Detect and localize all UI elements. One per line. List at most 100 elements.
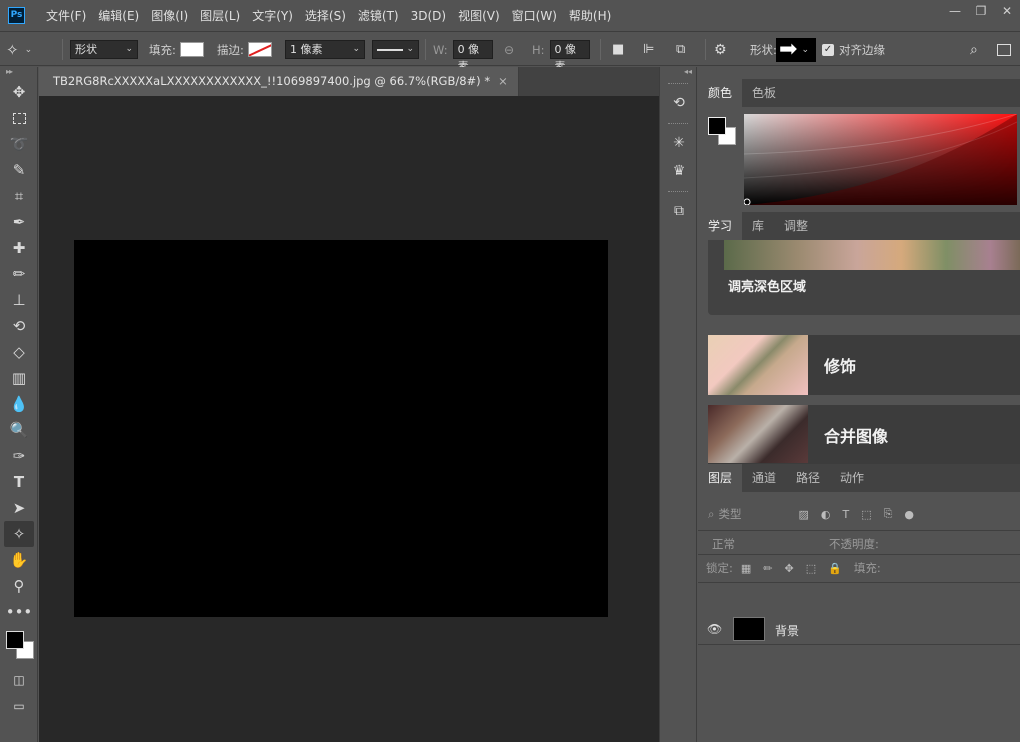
color-spectrum[interactable] <box>744 114 1017 205</box>
document-canvas[interactable] <box>74 240 608 617</box>
tab-libraries[interactable]: 库 <box>742 212 774 240</box>
custom-shape-tool-icon[interactable]: ✧ <box>4 521 34 547</box>
menu-file[interactable]: 文件(F) <box>40 0 92 32</box>
zoom-tool-icon[interactable]: ⚲ <box>4 573 34 599</box>
panel-collapse-icon[interactable]: ▸▸ <box>0 67 37 79</box>
search-icon[interactable]: ⌕ <box>970 42 978 58</box>
width-field[interactable]: 0 像素 <box>452 40 493 73</box>
minimize-button[interactable]: — <box>942 0 968 24</box>
lock-transparency-icon[interactable]: ▦ <box>741 562 751 575</box>
marquee-tool-icon[interactable] <box>4 105 34 131</box>
restore-button[interactable]: ❐ <box>968 0 994 24</box>
menu-edit[interactable]: 编辑(E) <box>92 0 145 32</box>
menu-select[interactable]: 选择(S) <box>299 0 352 32</box>
tab-learn[interactable]: 学习 <box>698 212 743 240</box>
smart-object-filter-icon[interactable]: ⎘ <box>884 507 893 521</box>
menu-view[interactable]: 视图(V) <box>452 0 506 32</box>
menu-layer[interactable]: 图层(L) <box>194 0 246 32</box>
shape-filter-icon[interactable]: ⬚ <box>861 508 871 521</box>
height-field[interactable]: 0 像素 <box>549 40 590 73</box>
brush-settings-icon[interactable]: ✳ <box>660 129 698 157</box>
foreground-color[interactable] <box>6 631 24 649</box>
tutorial-card[interactable]: 修饰 <box>708 335 1020 395</box>
lock-artboard-icon[interactable]: ⬚ <box>806 562 816 575</box>
properties-panel-icon[interactable]: ⧉ <box>660 197 698 225</box>
color-swatches[interactable] <box>4 631 34 661</box>
lock-all-icon[interactable]: 🔒 <box>828 562 842 575</box>
tab-layers[interactable]: 图层 <box>698 464 743 492</box>
stroke-color-swatch[interactable] <box>247 42 272 57</box>
brushes-panel-icon[interactable]: ♛ <box>660 157 698 185</box>
filter-toggle-icon[interactable]: ● <box>904 508 914 521</box>
eye-icon[interactable]: 👁 <box>707 622 722 636</box>
clone-stamp-tool-icon[interactable]: ⊥ <box>4 287 34 313</box>
tab-paths[interactable]: 路径 <box>786 464 830 492</box>
tutorial-thumbnail <box>724 240 1020 270</box>
tutorial-card[interactable]: 调亮深色区域 <box>708 240 1020 315</box>
crop-tool-icon[interactable]: ⌗ <box>4 183 34 209</box>
fill-color-swatch[interactable] <box>179 42 204 57</box>
dodge-tool-icon[interactable]: 🔍 <box>4 417 34 443</box>
lasso-tool-icon[interactable]: ➰ <box>4 131 34 157</box>
quick-mask-icon[interactable]: ◫ <box>4 667 34 693</box>
type-tool-icon[interactable]: T <box>4 469 34 495</box>
tab-swatches[interactable]: 色板 <box>742 79 786 107</box>
tool-preset-picker[interactable]: ✧ ⌄ <box>6 33 32 66</box>
lock-pixels-icon[interactable]: ✏ <box>763 562 772 575</box>
layer-filter-type[interactable]: 类型 <box>718 506 798 522</box>
pen-tool-icon[interactable]: ✑ <box>4 443 34 469</box>
tool-mode-select[interactable]: 形状 ⌄ <box>70 40 138 59</box>
menu-window[interactable]: 窗口(W) <box>506 0 563 32</box>
eraser-tool-icon[interactable]: ◇ <box>4 339 34 365</box>
link-icon[interactable]: ⊖ <box>504 43 514 57</box>
foreground-color[interactable] <box>708 117 726 135</box>
tab-adjustments[interactable]: 调整 <box>774 212 818 240</box>
color-panel-swatches[interactable] <box>708 117 738 147</box>
path-select-tool-icon[interactable]: ➤ <box>4 495 34 521</box>
menu-3d[interactable]: 3D(D) <box>405 0 452 32</box>
gear-icon[interactable]: ⚙ <box>714 42 727 58</box>
move-tool-icon[interactable]: ✥ <box>4 79 34 105</box>
layer-row[interactable]: 👁 背景 <box>698 615 1020 645</box>
tab-color[interactable]: 颜色 <box>698 79 743 107</box>
menu-filter[interactable]: 滤镜(T) <box>352 0 405 32</box>
stroke-width-field[interactable]: 1 像素 ⌄ <box>285 40 365 59</box>
menu-help[interactable]: 帮助(H) <box>563 0 617 32</box>
document-tab[interactable]: TB2RG8RcXXXXXaLXXXXXXXXXXXX_!!1069897400… <box>39 67 519 96</box>
menu-type[interactable]: 文字(Y) <box>246 0 299 32</box>
blur-tool-icon[interactable]: 💧 <box>4 391 34 417</box>
more-tools-icon[interactable]: ••• <box>4 599 34 625</box>
close-tab-icon[interactable]: × <box>498 74 508 88</box>
gradient-tool-icon[interactable]: ▥ <box>4 365 34 391</box>
lock-position-icon[interactable]: ✥ <box>785 562 794 575</box>
blend-mode-select[interactable]: 正常 <box>712 536 829 552</box>
history-panel-icon[interactable]: ⟲ <box>660 89 698 117</box>
brush-tool-icon[interactable]: ✏ <box>4 261 34 287</box>
stroke-type-select[interactable]: ⌄ <box>372 40 419 59</box>
canvas-workspace[interactable] <box>39 96 659 742</box>
hand-tool-icon[interactable]: ✋ <box>4 547 34 573</box>
type-filter-icon[interactable]: T <box>842 508 849 521</box>
image-filter-icon[interactable]: ▨ <box>798 508 808 521</box>
history-brush-tool-icon[interactable]: ⟲ <box>4 313 34 339</box>
quick-select-tool-icon[interactable]: ✎ <box>4 157 34 183</box>
menu-image[interactable]: 图像(I) <box>145 0 194 32</box>
panel-collapse-icon[interactable]: ◂◂ <box>660 67 696 79</box>
eyedropper-tool-icon[interactable]: ✒ <box>4 209 34 235</box>
chevron-down-icon: ⌄ <box>352 44 360 54</box>
path-arrangement-icon[interactable]: ⧉ <box>676 42 685 57</box>
tab-channels[interactable]: 通道 <box>742 464 786 492</box>
close-window-button[interactable]: ✕ <box>994 0 1020 24</box>
healing-brush-tool-icon[interactable]: ✚ <box>4 235 34 261</box>
shape-picker[interactable]: ➡ ⌄ <box>776 37 816 62</box>
fill-label: 填充: <box>853 561 881 575</box>
align-edges-checkbox[interactable]: ✓ <box>822 43 834 56</box>
screen-mode-icon[interactable]: ▭ <box>4 693 34 719</box>
tutorial-card[interactable]: 合并图像 <box>708 405 1020 465</box>
path-alignment-icon[interactable]: ⊫ <box>643 42 654 57</box>
workspace-icon[interactable] <box>997 43 1011 56</box>
lock-label: 锁定: <box>706 561 733 575</box>
tab-actions[interactable]: 动作 <box>830 464 874 492</box>
adjustment-filter-icon[interactable]: ◐ <box>821 508 831 521</box>
path-operations-icon[interactable]: ■ <box>612 42 624 57</box>
